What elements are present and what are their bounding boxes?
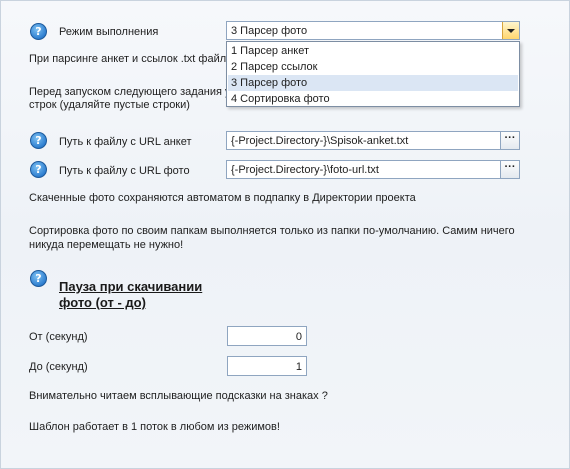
url-photo-value: {-Project.Directory-}\foto-url.txt <box>231 164 379 176</box>
url-photo-field[interactable]: {-Project.Directory-}\foto-url.txt ··· <box>226 160 520 179</box>
url-anket-label: Путь к файлу с URL анкет <box>59 136 192 148</box>
pause-from-value: 0 <box>295 331 302 343</box>
mode-selected-value: 3 Парсер фото <box>231 25 308 37</box>
url-anket-value: {-Project.Directory-}\Spisok-anket.txt <box>231 135 409 147</box>
mode-select[interactable]: 3 Парсер фото <box>226 21 520 40</box>
read-tips-note: Внимательно читаем всплывающие подсказки… <box>29 390 328 402</box>
pause-heading-line2: фото (от - до) <box>59 295 146 310</box>
pause-heading-line1: Пауза при скачивании <box>59 279 203 294</box>
pause-from-input[interactable]: 0 <box>227 326 307 346</box>
dropdown-button[interactable] <box>502 22 519 39</box>
mode-option-1[interactable]: 1 Парсер анкет <box>228 43 518 59</box>
pause-to-input[interactable]: 1 <box>227 356 307 376</box>
sort-note-line2: никуда перемещать не нужно! <box>29 239 184 251</box>
url-photo-label: Путь к файлу с URL фото <box>59 165 190 177</box>
pause-from-label: От (секунд) <box>29 331 88 343</box>
single-thread-note: Шаблон работает в 1 поток в любом из реж… <box>29 421 280 433</box>
saved-photos-note: Скаченные фото сохраняются автоматом в п… <box>29 192 416 204</box>
before-start-note-line2: строк (удаляйте пустые строки) <box>29 99 190 111</box>
pause-to-label: До (секунд) <box>29 361 88 373</box>
help-icon[interactable]: ? <box>30 161 47 178</box>
chevron-down-icon <box>507 28 515 33</box>
mode-option-2[interactable]: 2 Парсер ссылок <box>228 59 518 75</box>
pause-to-value: 1 <box>295 361 302 373</box>
settings-panel: ? Режим выполнения 3 Парсер фото При пар… <box>0 0 570 469</box>
mode-option-3[interactable]: 3 Парсер фото <box>228 75 518 91</box>
sort-note-line1: Сортировка фото по своим папкам выполняе… <box>29 225 515 237</box>
mode-option-4[interactable]: 4 Сортировка фото <box>228 91 518 107</box>
help-icon[interactable]: ? <box>30 270 47 287</box>
help-icon[interactable]: ? <box>30 132 47 149</box>
mode-label: Режим выполнения <box>59 26 159 38</box>
browse-button[interactable]: ··· <box>500 132 519 149</box>
before-start-note-line1: Перед запуском следующего задания у <box>29 86 231 98</box>
mode-dropdown-list: 1 Парсер анкет 2 Парсер ссылок 3 Парсер … <box>226 41 520 107</box>
parsing-txt-note: При парсинге анкет и ссылок .txt файл <box>29 53 227 65</box>
help-icon[interactable]: ? <box>30 23 47 40</box>
url-anket-field[interactable]: {-Project.Directory-}\Spisok-anket.txt ·… <box>226 131 520 150</box>
browse-button[interactable]: ··· <box>500 161 519 178</box>
